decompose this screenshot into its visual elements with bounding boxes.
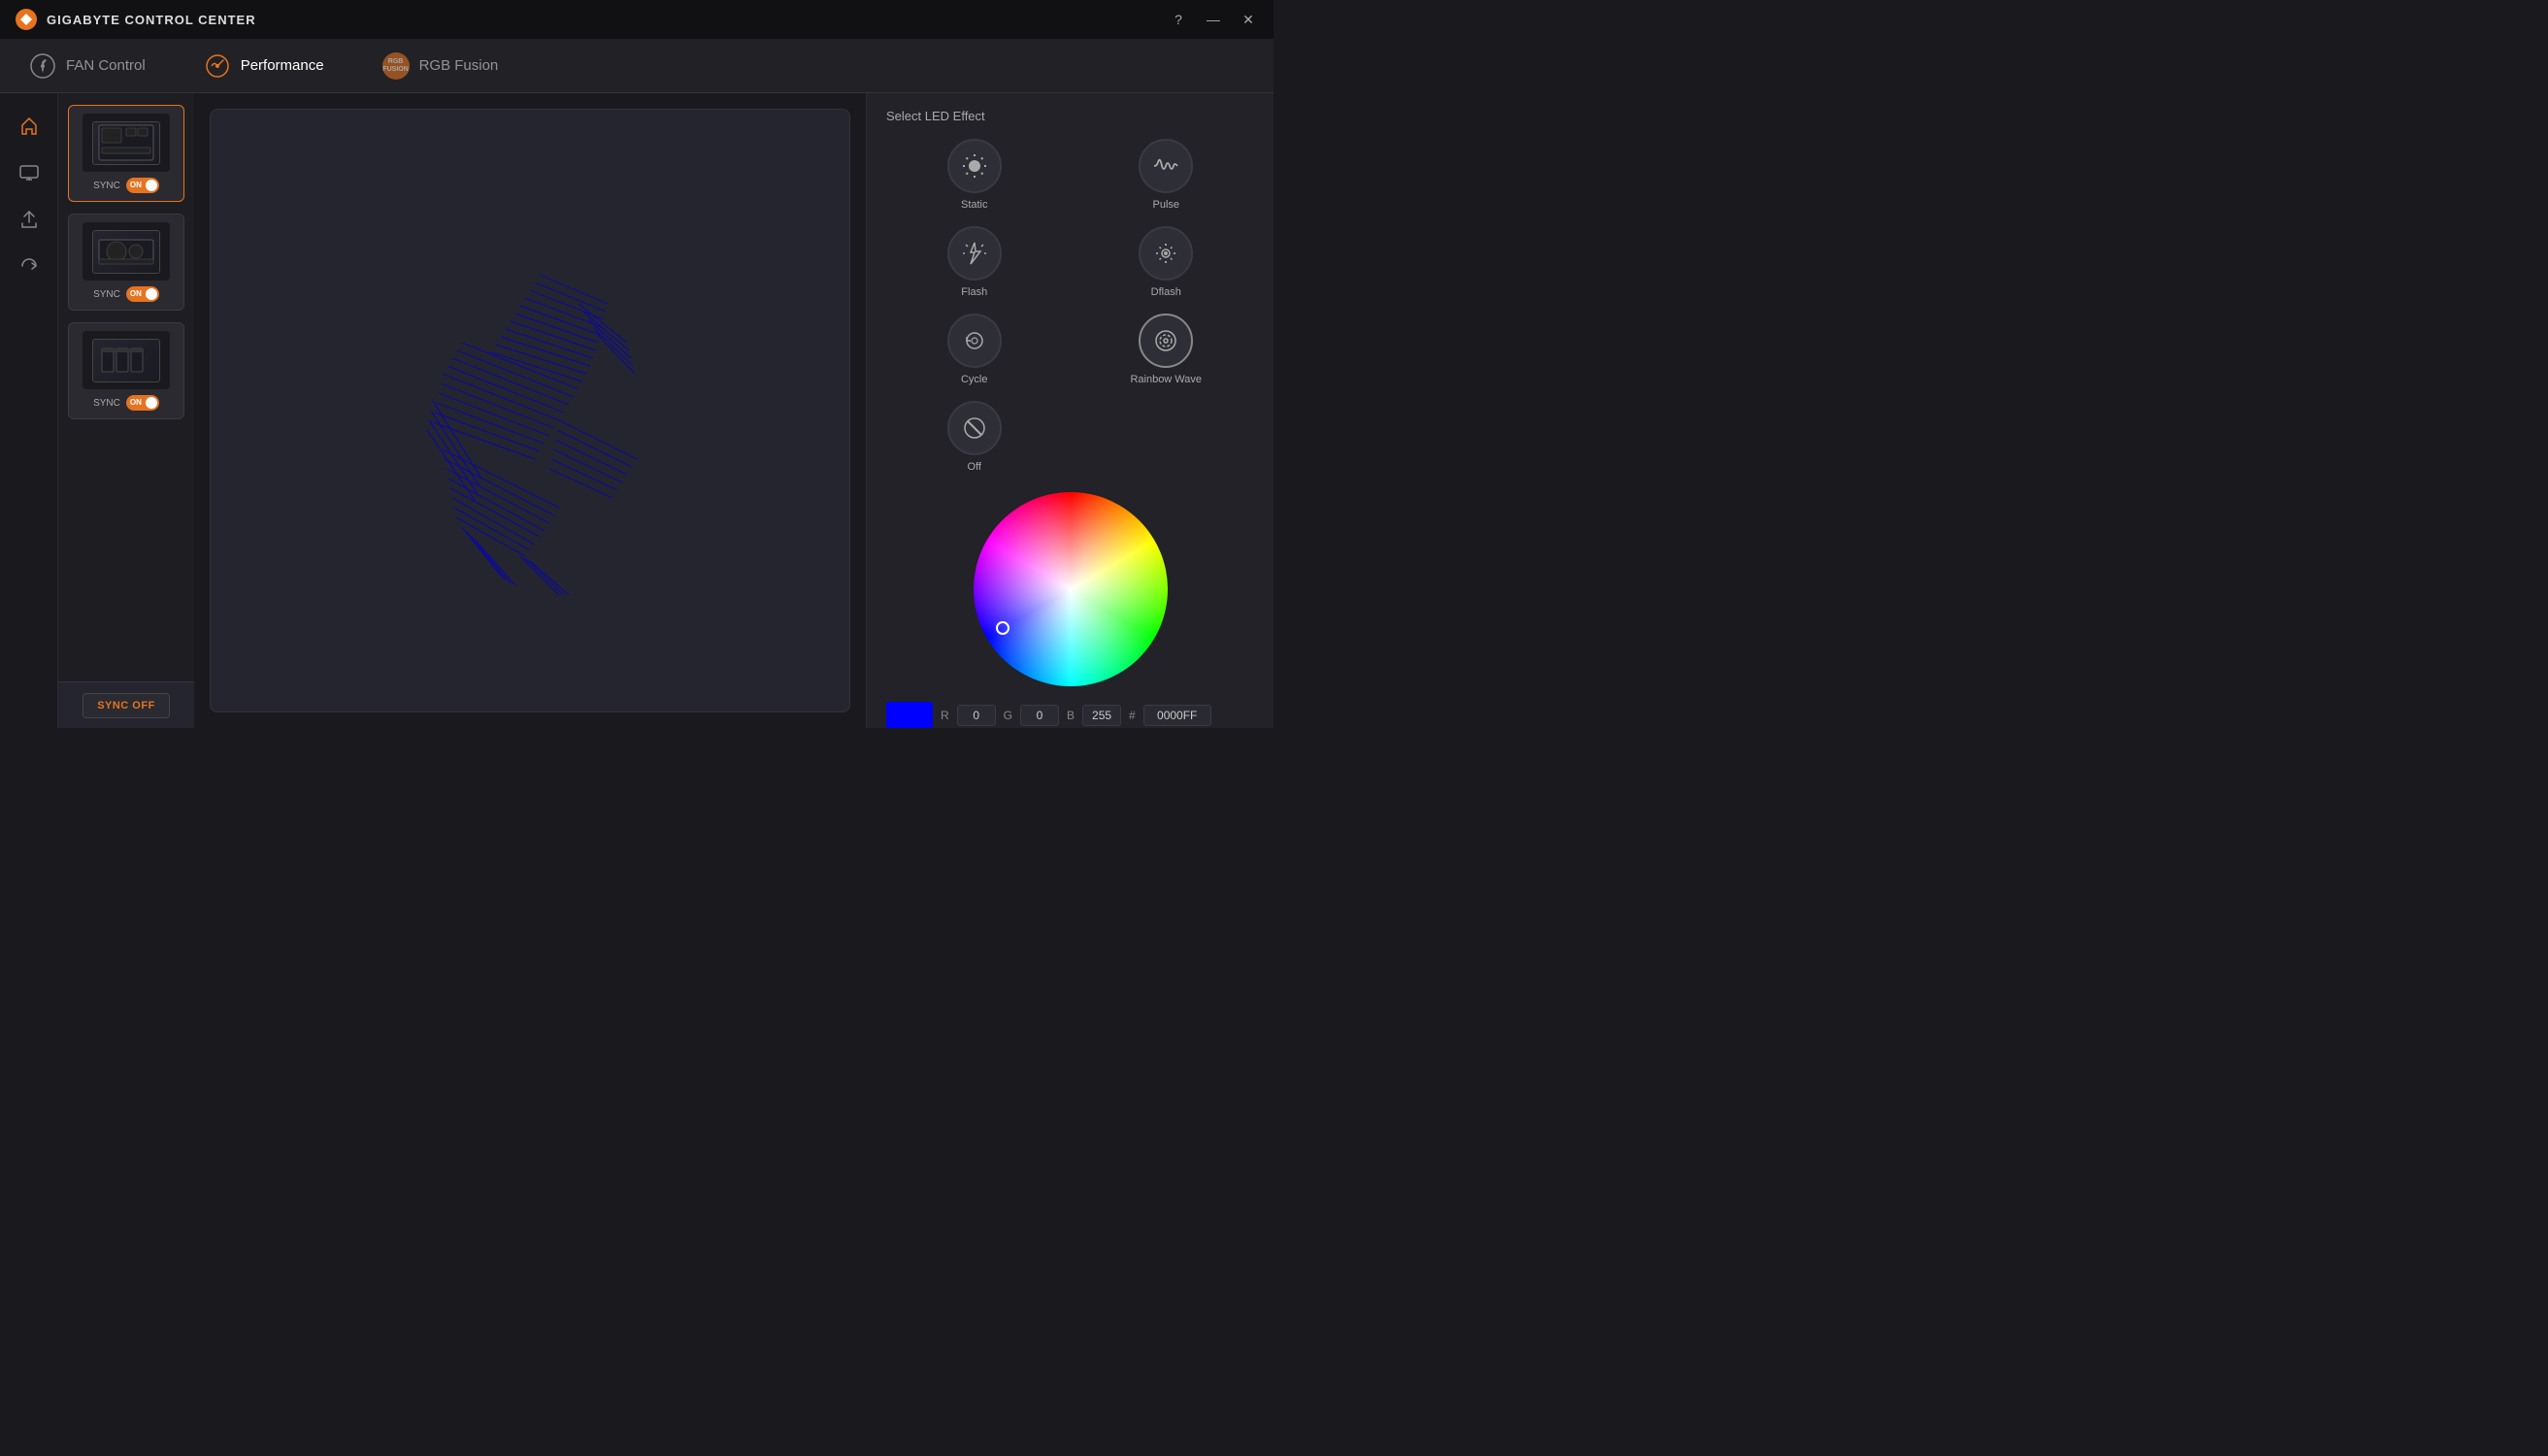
g-input[interactable]	[1020, 705, 1059, 726]
color-wheel-section	[886, 492, 1254, 686]
device-motherboard-thumb	[83, 114, 170, 172]
device-motherboard-toggle[interactable]: ON	[126, 178, 159, 193]
sidebar	[0, 93, 58, 728]
led-effect-cycle-label: Cycle	[961, 374, 988, 385]
device-gpu[interactable]: SYNC ON	[68, 214, 184, 311]
mb-preview-svg	[365, 226, 695, 595]
r-input[interactable]	[957, 705, 996, 726]
r-label: R	[941, 709, 949, 722]
hex-label: #	[1129, 709, 1136, 722]
device-ram-toggle[interactable]: ON	[126, 395, 159, 411]
device-ram-sync-label: SYNC	[93, 398, 120, 409]
tab-performance-label: Performance	[241, 57, 324, 74]
g-label: G	[1004, 709, 1012, 722]
title-bar: GIGABYTE CONTROL CENTER ? — ✕	[0, 0, 1274, 39]
led-effect-dflash-label: Dflash	[1151, 286, 1181, 298]
tab-fan-label: FAN Control	[66, 57, 146, 74]
sync-off-button[interactable]: SYNC OFF	[83, 693, 170, 718]
led-effect-pulse[interactable]: Pulse	[1078, 139, 1255, 211]
led-effect-static-label: Static	[961, 199, 988, 211]
device-ram[interactable]: SYNC ON	[68, 322, 184, 419]
performance-icon	[204, 52, 231, 80]
rgb-row: R G B #	[886, 702, 1254, 728]
led-effect-cycle-btn[interactable]	[947, 314, 1002, 368]
led-effect-off-btn[interactable]	[947, 401, 1002, 455]
led-effect-dflash[interactable]: Dflash	[1078, 226, 1255, 298]
tab-rgb-label: RGB Fusion	[419, 57, 499, 74]
preview-area	[194, 93, 866, 728]
device-ram-thumb	[83, 331, 170, 389]
device-motherboard[interactable]: SYNC ON	[68, 105, 184, 202]
led-panel: Select LED Effect	[866, 93, 1274, 728]
led-effect-rainbow-wave[interactable]: Rainbow Wave	[1078, 314, 1255, 385]
b-label: B	[1067, 709, 1075, 722]
device-gpu-toggle[interactable]: ON	[126, 286, 159, 302]
led-effects-grid: Static Pulse	[886, 139, 1254, 473]
led-effect-rainbow-wave-btn[interactable]	[1139, 314, 1193, 368]
app-logo	[16, 9, 37, 30]
help-button[interactable]: ?	[1169, 10, 1188, 29]
led-effect-rainbow-wave-label: Rainbow Wave	[1130, 374, 1202, 385]
device-panel: SYNC ON SYNC	[58, 93, 194, 728]
led-effect-static-btn[interactable]	[947, 139, 1002, 193]
led-effect-flash-label: Flash	[961, 286, 987, 298]
sidebar-item-home[interactable]	[12, 109, 47, 144]
rgb-fusion-badge: RGBFUSION	[382, 52, 410, 80]
color-wheel[interactable]	[974, 492, 1168, 686]
device-motherboard-sync-label: SYNC	[93, 181, 120, 191]
fan-control-icon	[29, 52, 56, 80]
tab-performance[interactable]: Performance	[204, 47, 324, 85]
led-effect-flash[interactable]: Flash	[886, 226, 1063, 298]
led-effect-dflash-btn[interactable]	[1139, 226, 1193, 281]
sidebar-item-display[interactable]	[12, 155, 47, 190]
color-wheel-cursor[interactable]	[996, 621, 1009, 635]
app-title: GIGABYTE CONTROL CENTER	[47, 13, 256, 27]
close-button[interactable]: ✕	[1239, 10, 1258, 29]
led-effect-cycle[interactable]: Cycle	[886, 314, 1063, 385]
preview-box	[210, 109, 850, 712]
color-preview	[886, 702, 933, 728]
led-effect-off[interactable]: Off	[886, 401, 1063, 473]
led-panel-title: Select LED Effect	[886, 109, 1254, 123]
led-effect-flash-btn[interactable]	[947, 226, 1002, 281]
led-effect-off-label: Off	[968, 461, 981, 473]
tab-bar: FAN Control Performance RGBFUSION RGB Fu…	[0, 39, 1274, 93]
hex-input[interactable]	[1143, 705, 1211, 726]
led-effect-pulse-btn[interactable]	[1139, 139, 1193, 193]
bottom-sync-bar: SYNC OFF	[58, 681, 194, 728]
sidebar-item-updates[interactable]	[12, 202, 47, 237]
led-effect-pulse-label: Pulse	[1152, 199, 1179, 211]
device-gpu-thumb	[83, 222, 170, 281]
minimize-button[interactable]: —	[1204, 10, 1223, 29]
sidebar-item-refresh[interactable]	[12, 248, 47, 283]
tab-rgb-fusion[interactable]: RGBFUSION RGB Fusion	[382, 47, 499, 85]
device-gpu-sync-label: SYNC	[93, 289, 120, 300]
b-input[interactable]	[1082, 705, 1121, 726]
led-effect-static[interactable]: Static	[886, 139, 1063, 211]
tab-fan-control[interactable]: FAN Control	[29, 47, 146, 85]
